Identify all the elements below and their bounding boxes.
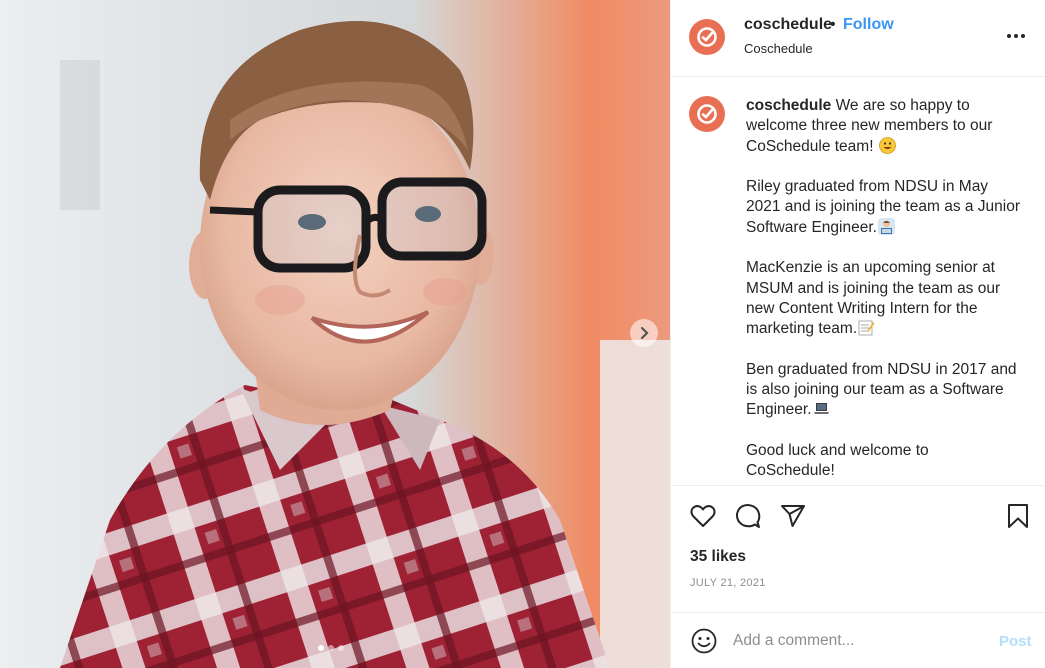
follow-button[interactable]: Follow [843,16,894,34]
caption-paragraph: Good luck and welcome to CoSchedule! [746,442,929,480]
post-comment-button[interactable]: Post [999,633,1032,650]
avatar[interactable] [689,96,725,132]
more-options-button[interactable] [1004,24,1028,48]
comment-icon [735,504,761,528]
photo-image [0,0,670,668]
coschedule-logo-icon [697,104,717,124]
post-details-panel: coschedule • Follow Coschedule coschedul… [670,0,1045,668]
send-icon [781,505,805,527]
username-link[interactable]: coschedule [744,16,832,34]
avatar[interactable] [689,19,725,55]
carousel-dot [338,645,344,651]
post-header: coschedule • Follow Coschedule [671,0,1045,77]
location-link[interactable]: Coschedule [744,41,813,56]
memo-emoji-icon [858,320,875,336]
chevron-right-icon [640,326,649,340]
save-button[interactable] [1004,502,1032,530]
caption-username[interactable]: coschedule [746,97,831,114]
bookmark-icon [1008,504,1028,528]
technologist-emoji-icon [877,217,895,235]
comment-bar: Post [671,612,1045,668]
caption-paragraph: Ben graduated from NDSU in 2017 and is a… [746,360,1017,419]
comment-input[interactable] [733,630,983,652]
like-button[interactable] [689,502,717,530]
more-horizontal-icon [1007,34,1025,38]
action-bar [671,485,1045,540]
comment-button[interactable] [734,502,762,530]
share-button[interactable] [779,502,807,530]
like-count[interactable]: 35 likes [690,548,746,566]
carousel-next-button[interactable] [630,319,658,347]
smiley-icon [691,628,717,654]
heart-icon [690,505,716,527]
caption-area: coschedule We are so happy to welcome th… [671,78,1045,485]
separator-dot: • [830,16,836,33]
emoji-picker-button[interactable] [690,627,718,655]
post-caption: coschedule We are so happy to welcome th… [746,96,1021,485]
post-photo [0,0,670,668]
post-date: JULY 21, 2021 [690,577,766,589]
smiley-emoji-icon [878,136,896,154]
carousel-dot [318,645,324,651]
carousel-dot [328,645,334,651]
laptop-emoji-icon [813,403,829,415]
coschedule-logo-icon [697,27,717,47]
carousel-dots [318,645,344,651]
